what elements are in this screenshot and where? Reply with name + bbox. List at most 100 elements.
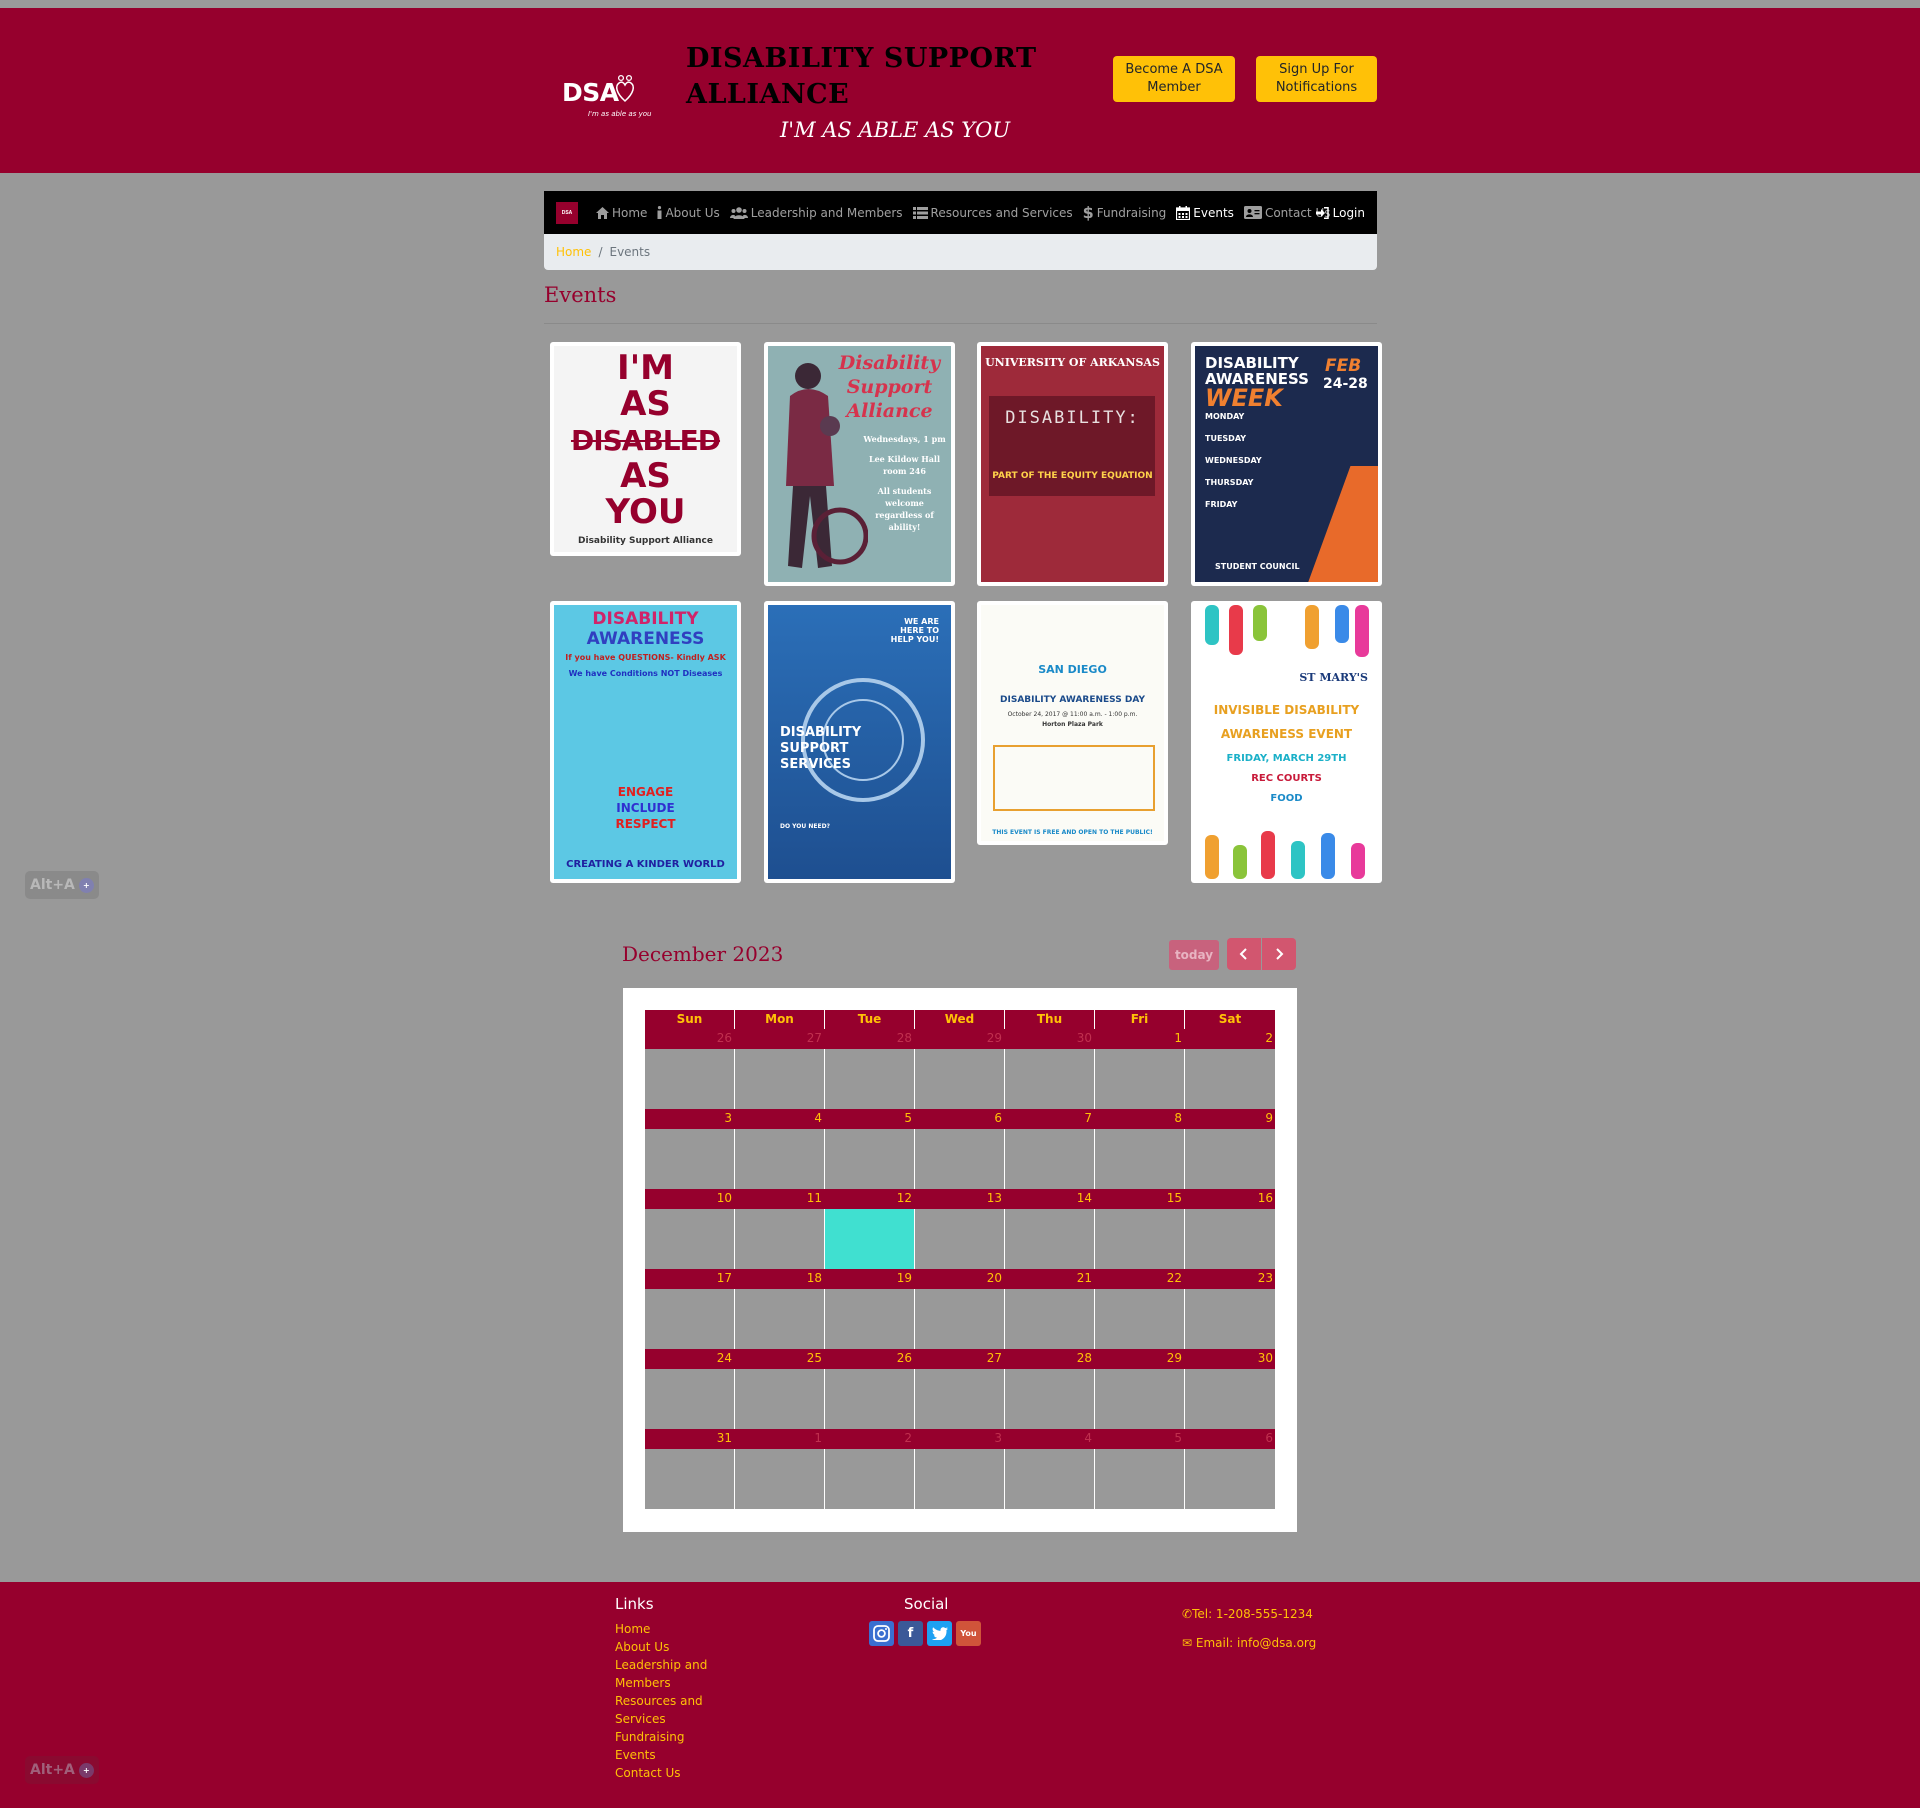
calendar-day-cell[interactable]: 9 bbox=[1185, 1109, 1275, 1189]
instagram-icon[interactable] bbox=[869, 1621, 894, 1646]
day-cell-body bbox=[645, 1449, 734, 1509]
day-cell-body bbox=[645, 1209, 734, 1269]
facebook-icon[interactable]: f bbox=[898, 1621, 923, 1646]
day-number: 16 bbox=[1257, 1191, 1273, 1205]
event-poster-7[interactable]: SAN DIEGO DISABILITY AWARENESS DAY Octob… bbox=[977, 601, 1168, 845]
next-month-button[interactable] bbox=[1262, 938, 1296, 970]
calendar-day-cell[interactable]: 14 bbox=[1005, 1189, 1094, 1269]
footer-link-leadership[interactable]: Leadership and Members bbox=[615, 1656, 715, 1692]
youtube-icon[interactable]: You bbox=[956, 1621, 981, 1646]
calendar-day-cell[interactable]: 31 bbox=[645, 1429, 734, 1509]
calendar-day-cell[interactable]: 29 bbox=[1095, 1349, 1184, 1429]
event-poster-3[interactable]: UNIVERSITY OF ARKANSAS DISABILITY: PART … bbox=[977, 342, 1168, 586]
poster-text: Horton Plaza Park bbox=[1042, 721, 1103, 728]
site-logo[interactable]: DSA I'm as able as you bbox=[560, 64, 651, 124]
event-poster-4[interactable]: DISABILITY AWARENESS WEEK FEB 24-28 MOND… bbox=[1191, 342, 1382, 586]
poster-text: ST MARY'S bbox=[1299, 671, 1368, 684]
day-cell-body bbox=[1095, 1049, 1184, 1109]
calendar-day-cell[interactable]: 12 bbox=[825, 1189, 914, 1269]
calendar-day-cell[interactable]: 26 bbox=[645, 1029, 734, 1109]
day-cell-body bbox=[915, 1129, 1004, 1189]
footer-link-home[interactable]: Home bbox=[615, 1620, 715, 1638]
calendar-day-cell[interactable]: 30 bbox=[1185, 1349, 1275, 1429]
calendar-day-cell[interactable]: 28 bbox=[825, 1029, 914, 1109]
nav-login[interactable]: Login bbox=[1315, 191, 1365, 234]
calendar-day-cell[interactable]: 11 bbox=[735, 1189, 824, 1269]
calendar-day-cell[interactable]: 20 bbox=[915, 1269, 1004, 1349]
calendar-day-cell[interactable]: 13 bbox=[915, 1189, 1004, 1269]
footer-phone[interactable]: ✆Tel: 1-208-555-1234 bbox=[1182, 1600, 1313, 1629]
poster-text: THURSDAY bbox=[1205, 478, 1254, 487]
calendar-day-cell[interactable]: 19 bbox=[825, 1269, 914, 1349]
poster-text: CREATING A KINDER WORLD bbox=[566, 859, 725, 870]
day-number: 23 bbox=[1257, 1271, 1273, 1285]
footer-link-contact[interactable]: Contact Us bbox=[615, 1764, 715, 1782]
calendar-day-cell[interactable]: 4 bbox=[1005, 1429, 1094, 1509]
poster-text: THIS EVENT IS FREE AND OPEN TO THE PUBLI… bbox=[992, 829, 1153, 836]
become-member-button[interactable]: Become A DSA Member bbox=[1113, 56, 1235, 102]
calendar-day-cell[interactable]: 10 bbox=[645, 1189, 734, 1269]
calendar-day-cell[interactable]: 28 bbox=[1005, 1349, 1094, 1429]
calendar-day-cell[interactable]: 7 bbox=[1005, 1109, 1094, 1189]
signup-notifications-button[interactable]: Sign Up For Notifications bbox=[1256, 56, 1377, 102]
nav-item-fundraising[interactable]: $ Fundraising bbox=[1083, 203, 1167, 222]
calendar-day-cell[interactable]: 1 bbox=[1095, 1029, 1184, 1109]
calendar-day-cell[interactable]: 6 bbox=[1185, 1429, 1275, 1509]
footer-link-about[interactable]: About Us bbox=[615, 1638, 715, 1656]
calendar-day-cell[interactable]: 17 bbox=[645, 1269, 734, 1349]
calendar-day-cell[interactable]: 2 bbox=[825, 1429, 914, 1509]
today-button[interactable]: today bbox=[1169, 940, 1219, 970]
nav-item-home[interactable]: Home bbox=[596, 206, 647, 220]
footer-link-fundraising[interactable]: Fundraising bbox=[615, 1728, 715, 1746]
calendar-day-cell[interactable]: 6 bbox=[915, 1109, 1004, 1189]
logo-tagline: I'm as able as you bbox=[588, 110, 652, 118]
chevron-right-icon bbox=[1276, 948, 1284, 960]
calendar-day-cell[interactable]: 24 bbox=[645, 1349, 734, 1429]
navbar-brand-logo[interactable]: DSA bbox=[556, 202, 578, 224]
event-poster-2[interactable]: Disability Support Alliance Wednesdays, … bbox=[764, 342, 955, 586]
calendar-day-cell[interactable]: 27 bbox=[915, 1349, 1004, 1429]
footer-link-events[interactable]: Events bbox=[615, 1746, 715, 1764]
calendar-day-cell[interactable]: 3 bbox=[645, 1109, 734, 1189]
day-number: 1 bbox=[814, 1431, 822, 1445]
poster-text: FRIDAY bbox=[1205, 500, 1238, 509]
address-card-icon bbox=[1243, 206, 1262, 219]
calendar-day-cell[interactable]: 5 bbox=[1095, 1429, 1184, 1509]
calendar-day-cell[interactable]: 1 bbox=[735, 1429, 824, 1509]
calendar-day-cell[interactable]: 15 bbox=[1095, 1189, 1184, 1269]
nav-item-about[interactable]: About Us bbox=[657, 205, 720, 220]
event-poster-8[interactable]: ST MARY'S INVISIBLE DISABILITY AWARENESS… bbox=[1191, 601, 1382, 883]
calendar-day-cell[interactable]: 23 bbox=[1185, 1269, 1275, 1349]
calendar-day-cell[interactable]: 16 bbox=[1185, 1189, 1275, 1269]
calendar-day-cell[interactable]: 29 bbox=[915, 1029, 1004, 1109]
nav-item-resources[interactable]: Resources and Services bbox=[912, 206, 1073, 220]
day-cell-body bbox=[915, 1049, 1004, 1109]
footer-link-resources[interactable]: Resources and Services bbox=[615, 1692, 715, 1728]
footer-contact: ✆Tel: 1-208-555-1234 ✉ Email: info@dsa.o… bbox=[1182, 1600, 1316, 1658]
calendar-day-cell[interactable]: 2 bbox=[1185, 1029, 1275, 1109]
event-poster-6[interactable]: WE ARE HERE TO HELP YOU! DISABILITY SUPP… bbox=[764, 601, 955, 883]
previous-month-button[interactable] bbox=[1227, 938, 1261, 970]
list-icon bbox=[912, 206, 928, 219]
event-poster-5[interactable]: DISABILITY AWARENESS If you have QUESTIO… bbox=[550, 601, 741, 883]
calendar-day-cell[interactable]: 5 bbox=[825, 1109, 914, 1189]
calendar-day-cell[interactable]: 22 bbox=[1095, 1269, 1184, 1349]
calendar-day-cell[interactable]: 25 bbox=[735, 1349, 824, 1429]
accessibility-badge[interactable]: Alt+A + bbox=[25, 871, 99, 899]
calendar-day-cell[interactable]: 30 bbox=[1005, 1029, 1094, 1109]
calendar-day-cell[interactable]: 21 bbox=[1005, 1269, 1094, 1349]
breadcrumb-home-link[interactable]: Home bbox=[556, 245, 591, 259]
twitter-icon[interactable] bbox=[927, 1621, 952, 1646]
calendar-day-cell[interactable]: 27 bbox=[735, 1029, 824, 1109]
footer-email[interactable]: ✉ Email: info@dsa.org bbox=[1182, 1629, 1316, 1658]
nav-item-leadership[interactable]: Leadership and Members bbox=[729, 206, 903, 220]
nav-item-label: About Us bbox=[665, 205, 720, 220]
event-poster-1[interactable]: I'M AS DISABLED AS YOU Disability Suppor… bbox=[550, 342, 741, 556]
calendar-day-cell[interactable]: 26 bbox=[825, 1349, 914, 1429]
calendar-day-cell[interactable]: 8 bbox=[1095, 1109, 1184, 1189]
accessibility-badge[interactable]: Alt+A + bbox=[25, 1756, 99, 1784]
calendar-day-cell[interactable]: 4 bbox=[735, 1109, 824, 1189]
calendar-day-cell[interactable]: 3 bbox=[915, 1429, 1004, 1509]
nav-item-events[interactable]: Events bbox=[1176, 205, 1234, 220]
calendar-day-cell[interactable]: 18 bbox=[735, 1269, 824, 1349]
